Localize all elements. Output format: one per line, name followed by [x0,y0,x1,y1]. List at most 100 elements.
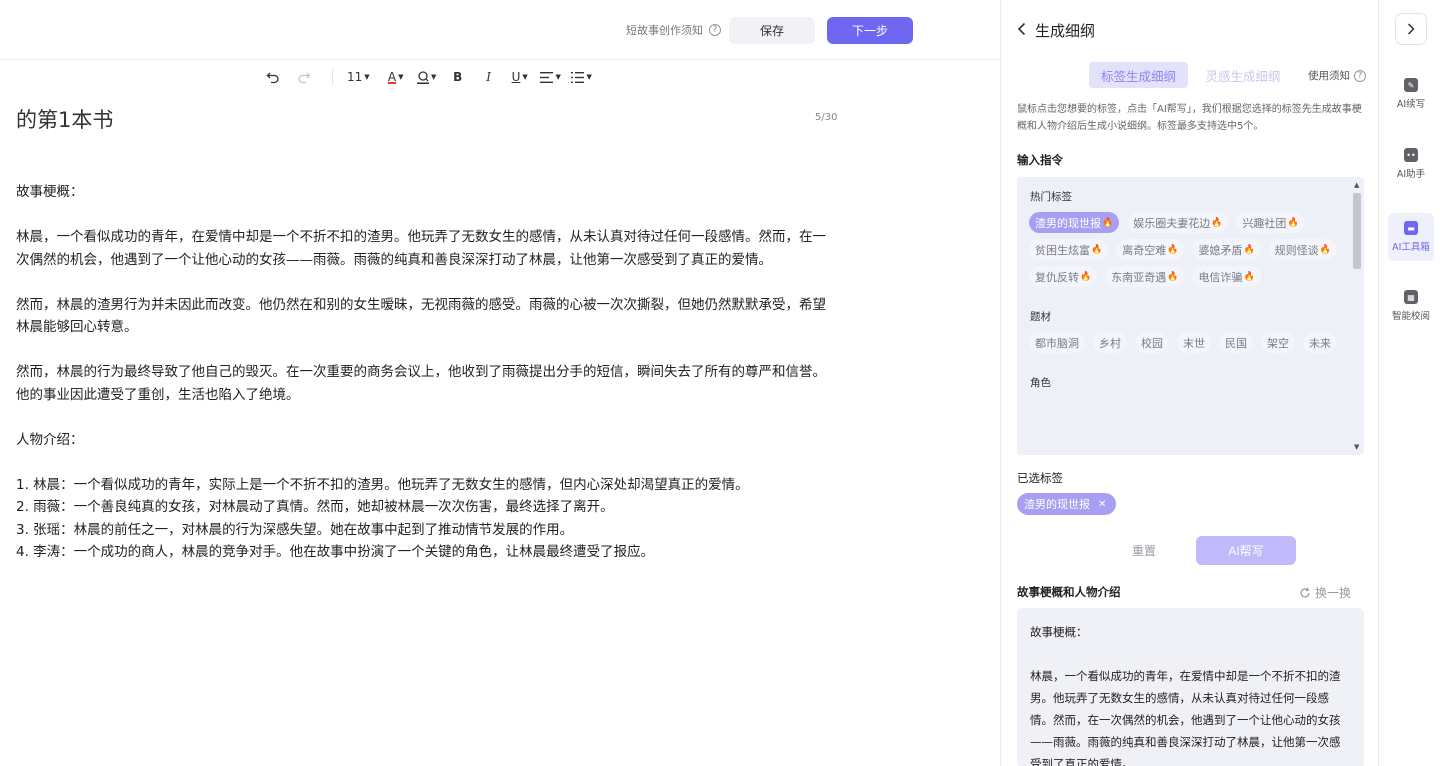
collapse-rail-button[interactable] [1395,13,1427,45]
tab-inspiration-outline[interactable]: 灵感生成细纲 [1201,62,1285,88]
hot-tag-label: 兴趣社团 [1242,216,1287,230]
panel-title: 生成细纲 [1035,22,1096,40]
fire-icon: 🔥 [1167,244,1179,255]
fire-icon: 🔥 [1287,217,1299,228]
selected-tag-chip[interactable]: 渣男的现世报 ✕ [1017,493,1117,515]
rail-item-ai-assistant[interactable]: •• AI助手 [1388,140,1434,188]
remove-tag-icon[interactable]: ✕ [1098,499,1106,510]
hot-tags-title: 热门标签 [1030,191,1072,203]
scrollbar-thumb[interactable] [1353,193,1361,269]
tag-selector: 热门标签 渣男的现世报 🔥 娱乐圈夫妻花边 🔥 兴趣社团 🔥 贫困生炫富 🔥 离奇空难 🔥 婆媳矛盾… [1017,177,1364,455]
theme-tag[interactable]: 乡村 [1093,332,1127,353]
selected-tags-label: 已选标签 [1017,471,1063,485]
theme-tag[interactable]: 未来 [1303,332,1337,353]
underline-icon: U [511,70,521,84]
list-button[interactable]: ▼ [571,66,593,88]
hot-tag[interactable]: 复仇反转 🔥 [1029,266,1098,287]
toolbox-icon: ▬ [1404,221,1418,235]
character-item: 4. 李涛：一个成功的商人，林晨的竞争对手。他在故事中扮演了一个关键的角色，让林… [16,544,655,560]
document-title[interactable]: 的第1本书 [16,104,113,134]
hot-tag[interactable]: 电信诈骗 🔥 [1192,266,1261,287]
scroll-up-icon[interactable]: ▲ [1354,181,1359,189]
theme-tag[interactable]: 民国 [1219,332,1253,353]
paragraph: 然而，林晨的行为最终导致了他自己的毁灭。在一次重要的商务会议上，他收到了雨薇提出… [16,364,826,403]
font-size-value: 11 [347,70,363,84]
hot-tag[interactable]: 东南亚奇遇 🔥 [1105,266,1185,287]
font-size-select[interactable]: 11 ▼ [347,66,370,88]
hot-tag[interactable]: 离奇空难 🔥 [1116,239,1185,260]
italic-button[interactable]: I [478,66,500,88]
rail-item-label: AI续写 [1396,99,1426,110]
hot-tag[interactable]: 娱乐圈夫妻花边 🔥 [1127,212,1229,233]
font-color-icon: A [387,70,397,84]
fire-icon: 🔥 [1080,271,1092,282]
theme-title: 题材 [1030,311,1051,323]
chevron-down-icon: ▼ [430,73,437,81]
back-chevron-icon[interactable] [1017,21,1027,40]
hot-tag-label: 复仇反转 [1035,270,1079,284]
rail-item-proofread[interactable]: ▦ 智能校阅 [1388,282,1434,330]
tag-scroll-area[interactable]: 热门标签 渣男的现世报 🔥 娱乐圈夫妻花边 🔥 兴趣社团 🔥 贫困生炫富 🔥 离奇空难 🔥 婆媳矛盾… [1017,177,1350,455]
document-body[interactable]: 故事梗概： 林晨，一个看似成功的青年，在爱情中却是一个不折不扣的渣男。他玩弄了无… [16,181,838,564]
rail-item-ai-toolbox[interactable]: ▬ AI工具箱 [1388,213,1434,261]
format-toolbar: 11 ▼ A ▼ ▼ B I U ▼ ▼ ▼ [262,66,602,88]
hot-tag[interactable]: 婆媳矛盾 🔥 [1192,239,1261,260]
undo-icon[interactable] [262,66,284,88]
next-step-button[interactable]: 下一步 [827,17,913,44]
hot-tag[interactable]: 兴趣社团 🔥 [1236,212,1305,233]
hot-tags-list: 渣男的现世报 🔥 娱乐圈夫妻花边 🔥 兴趣社团 🔥 贫困生炫富 🔥 离奇空难 🔥 婆媳矛盾 🔥 规则怪谈… [1029,212,1338,287]
creation-guide-label: 短故事创作须知 [626,24,703,37]
save-button[interactable]: 保存 [729,17,815,44]
outline-panel: 生成细纲 标签生成细纲 灵感生成细纲 使用须知 ? 鼠标点击您想要的标签，点击「… [1000,0,1378,766]
hot-tag-label: 婆媳矛盾 [1198,243,1243,257]
question-icon: ? [1354,69,1366,82]
story-section-label: 故事梗概和人物介绍 [1017,585,1121,599]
tab-tag-outline[interactable]: 标签生成细纲 [1089,62,1188,88]
ordered-list-icon [571,71,585,83]
panel-header: 生成细纲 [1017,20,1095,41]
story-preview-paragraph: 林晨，一个看似成功的青年，在爱情中却是一个不折不扣的渣男。他玩弄了无数女生的感情… [1030,669,1341,766]
character-item: 3. 张瑶：林晨的前任之一，对林晨的行为深感失望。她在故事中起到了推动情节发展的… [16,521,574,538]
theme-tags-list: 都市脑洞 乡村 校园 末世 民国 架空 未来 [1029,332,1338,353]
hot-tag[interactable]: 贫困生炫富 🔥 [1029,239,1109,260]
input-instruction-label: 输入指令 [1017,153,1063,167]
pen-icon: ✎ [1404,78,1418,92]
hot-tag-label: 规则怪谈 [1274,243,1319,257]
creation-guide-link[interactable]: 短故事创作须知 ? [626,22,721,38]
highlight-button[interactable]: ▼ [416,66,438,88]
paragraph: 人物介绍： [16,431,84,448]
theme-tag[interactable]: 末世 [1177,332,1211,353]
theme-tag[interactable]: 架空 [1261,332,1295,353]
underline-button[interactable]: U ▼ [509,66,531,88]
ai-write-button[interactable]: AI帮写 [1196,536,1296,565]
swap-button[interactable]: 换一换 [1299,584,1351,601]
editor-area: 短故事创作须知 ? 保存 下一步 11 ▼ A ▼ ▼ B I U ▼ ▼ ▼ … [0,0,1000,766]
role-title: 角色 [1030,377,1051,389]
font-color-button[interactable]: A ▼ [385,66,407,88]
paragraph: 林晨，一个看似成功的青年，在爱情中却是一个不折不扣的渣男。他玩弄了无数女生的感情… [16,229,826,268]
character-item: 2. 雨薇：一个善良纯真的女孩，对林晨动了真情。然而，她却被林晨一次次伤害，最终… [16,499,614,515]
hot-tag[interactable]: 渣男的现世报 🔥 [1029,212,1120,233]
usage-notes-link[interactable]: 使用须知 ? [1308,68,1366,83]
usage-notes-label: 使用须知 [1308,70,1350,82]
tag-scrollbar[interactable]: ▲ ▼ [1352,181,1362,451]
fire-icon: 🔥 [1243,271,1255,282]
theme-tag[interactable]: 都市脑洞 [1029,332,1085,353]
align-left-icon [540,71,554,83]
align-button[interactable]: ▼ [540,66,562,88]
bold-button[interactable]: B [447,66,469,88]
scroll-down-icon[interactable]: ▼ [1354,443,1359,451]
proofread-icon: ▦ [1404,290,1418,304]
paragraph: 故事梗概： [16,184,84,200]
theme-tag[interactable]: 校园 [1135,332,1169,353]
fire-icon: 🔥 [1102,217,1114,228]
hot-tag[interactable]: 规则怪谈 🔥 [1268,239,1337,260]
redo-icon[interactable] [293,66,315,88]
fire-icon: 🔥 [1091,244,1103,255]
rail-item-ai-continue[interactable]: ✎ AI续写 [1388,70,1434,118]
swap-label: 换一换 [1315,586,1352,600]
fire-icon: 🔥 [1319,244,1331,255]
reset-button[interactable]: 重置 [1111,536,1177,564]
selected-tag-label: 渣男的现世报 [1024,498,1090,511]
refresh-icon [1300,587,1310,598]
